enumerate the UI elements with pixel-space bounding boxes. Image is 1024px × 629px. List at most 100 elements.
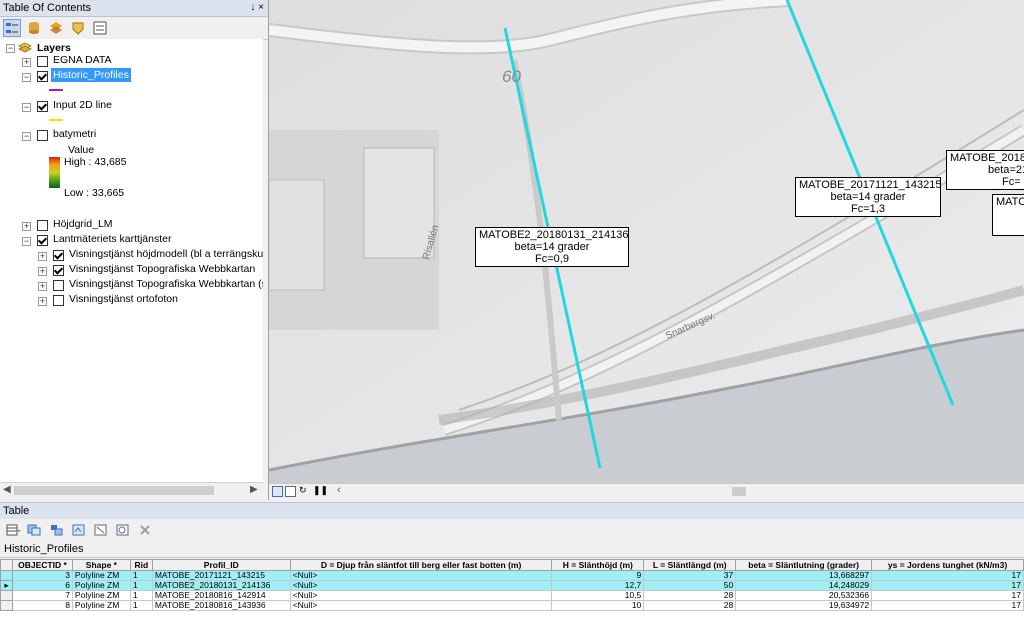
cell-objectid[interactable]: 3: [11, 570, 73, 581]
cell-ys[interactable]: 17: [871, 580, 1024, 591]
cell-profil-id[interactable]: MATOBE2_20180131_214136: [151, 580, 291, 591]
data-view-icon[interactable]: [272, 486, 283, 497]
layer-batymetri[interactable]: batymetri: [53, 127, 96, 141]
expand-sublayer-topografiska-ski-icon[interactable]: +: [38, 282, 47, 291]
layer-hojdgrid[interactable]: Höjdgrid_LM: [53, 217, 113, 231]
column-header[interactable]: L = Släntlängd (m): [643, 559, 737, 571]
cell-shape[interactable]: Polyline ZM: [71, 600, 131, 611]
list-by-source-icon[interactable]: [25, 19, 43, 37]
sublayer-topografiska-ski[interactable]: Visningstjänst Topografiska Webbkartan (…: [69, 277, 263, 291]
row-header[interactable]: [0, 590, 13, 601]
cell-profil-id[interactable]: MATOBE_20171121_143215: [151, 570, 291, 581]
clear-selection-icon[interactable]: [92, 521, 110, 539]
collapse-historic-profiles-icon[interactable]: −: [22, 73, 31, 82]
cell-rid[interactable]: 1: [129, 580, 153, 591]
expand-hojdgrid-icon[interactable]: +: [22, 222, 31, 231]
expand-sublayer-hojdmodell-icon[interactable]: +: [38, 252, 47, 261]
expand-egna-data-icon[interactable]: +: [22, 58, 31, 67]
cell-rid[interactable]: 1: [129, 600, 153, 611]
cell-d[interactable]: <Null>: [289, 580, 553, 591]
column-header[interactable]: Rid: [129, 559, 153, 571]
sublayer-topografiska-ski-checkbox[interactable]: [53, 280, 64, 291]
layer-egna-data[interactable]: EGNA DATA: [53, 53, 112, 67]
cell-l[interactable]: 50: [643, 580, 737, 591]
pause-drawing-icon[interactable]: ❚❚: [313, 485, 328, 496]
layer-historic-profiles[interactable]: Historic_Profiles: [51, 68, 131, 82]
list-by-selection-icon[interactable]: [69, 19, 87, 37]
collapse-lantmateriet-icon[interactable]: −: [22, 237, 31, 246]
cell-shape[interactable]: Polyline ZM: [71, 570, 131, 581]
cell-ys[interactable]: 17: [871, 600, 1024, 611]
sublayer-ortofoton-checkbox[interactable]: [53, 295, 64, 306]
cell-ys[interactable]: 17: [871, 590, 1024, 601]
list-by-visibility-icon[interactable]: [47, 19, 65, 37]
table-row[interactable]: 7 Polyline ZM 1 MATOBE_20180816_142914 <…: [0, 590, 1024, 601]
expand-sublayer-topografiska-icon[interactable]: +: [38, 267, 47, 276]
toc-horizontal-scrollbar[interactable]: ◀ ▶: [0, 482, 263, 499]
cell-rid[interactable]: 1: [129, 590, 153, 601]
collapse-batymetri-icon[interactable]: −: [22, 132, 31, 141]
current-row-marker-icon[interactable]: ▸: [0, 580, 13, 591]
cell-shape[interactable]: Polyline ZM: [71, 580, 131, 591]
layout-view-icon[interactable]: [285, 486, 296, 497]
cell-objectid[interactable]: 6: [11, 580, 73, 591]
layer-lantmateriet[interactable]: Lantmäteriets karttjänster: [53, 232, 171, 246]
cell-d[interactable]: <Null>: [289, 590, 553, 601]
refresh-icon[interactable]: ↻: [299, 485, 307, 496]
select-by-attributes-icon[interactable]: [48, 521, 66, 539]
layer-input-2d-line[interactable]: Input 2D line: [53, 98, 112, 112]
cell-objectid[interactable]: 8: [11, 600, 73, 611]
scroll-left-icon[interactable]: ◀: [3, 484, 11, 495]
scroll-right-icon[interactable]: ▶: [250, 484, 258, 495]
cell-h[interactable]: 10: [551, 600, 645, 611]
cell-beta[interactable]: 13,668297: [735, 570, 873, 581]
related-tables-icon[interactable]: [26, 521, 44, 539]
sublayer-topografiska[interactable]: Visningstjänst Topografiska Webbkartan: [69, 262, 255, 276]
collapse-input-2d-line-icon[interactable]: −: [22, 103, 31, 112]
input-2d-line-checkbox[interactable]: [37, 101, 48, 112]
list-by-drawing-order-icon[interactable]: [3, 19, 21, 37]
zoom-to-selected-icon[interactable]: [114, 521, 132, 539]
toc-window-controls[interactable]: ↓ ×: [250, 0, 264, 16]
expand-sublayer-ortofoton-icon[interactable]: +: [38, 297, 47, 306]
cell-h[interactable]: 12,7: [551, 580, 645, 591]
cell-h[interactable]: 10,5: [551, 590, 645, 601]
cell-d[interactable]: <Null>: [289, 570, 553, 581]
map-scroll-left-icon[interactable]: ‹: [337, 484, 341, 496]
collapse-layers-icon[interactable]: −: [6, 44, 15, 53]
sublayer-ortofoton[interactable]: Visningstjänst ortofoton: [69, 292, 178, 306]
row-header[interactable]: [0, 600, 13, 611]
map-view[interactable]: 60 Risallén Snarbergsv. MATOBE2_20180131…: [269, 0, 1024, 483]
egna-data-checkbox[interactable]: [37, 56, 48, 67]
cell-rid[interactable]: 1: [129, 570, 153, 581]
hojdgrid-checkbox[interactable]: [37, 220, 48, 231]
cell-objectid[interactable]: 7: [11, 590, 73, 601]
toc-scroll-thumb[interactable]: [14, 486, 214, 495]
cell-ys[interactable]: 17: [871, 570, 1024, 581]
column-header[interactable]: D = Djup från släntfot till berg eller f…: [289, 559, 553, 571]
sublayer-hojdmodell[interactable]: Visningstjänst höjdmodell (bl a terrängs…: [69, 247, 263, 261]
column-header[interactable]: Profil_ID: [151, 559, 291, 571]
table-row[interactable]: 3 Polyline ZM 1 MATOBE_20171121_143215 <…: [0, 570, 1024, 581]
column-header[interactable]: beta = Släntlutning (grader): [735, 559, 873, 571]
profile-label-matobe-2018-partial[interactable]: MATOBE_2018 beta=21 Fc=: [946, 150, 1024, 190]
cell-l[interactable]: 37: [643, 570, 737, 581]
cell-l[interactable]: 28: [643, 600, 737, 611]
cell-shape[interactable]: Polyline ZM: [71, 590, 131, 601]
cell-profil-id[interactable]: MATOBE_20180816_142914: [151, 590, 291, 601]
options-icon[interactable]: [91, 19, 109, 37]
table-tab-historic-profiles[interactable]: Historic_Profiles: [0, 542, 1024, 558]
column-header[interactable]: OBJECTID *: [11, 559, 73, 571]
profile-label-matobe-20171121[interactable]: MATOBE_20171121_143215 beta=14 grader Fc…: [795, 177, 942, 217]
table-row[interactable]: 8 Polyline ZM 1 MATOBE_20180816_143936 <…: [0, 600, 1024, 611]
table-options-icon[interactable]: [4, 521, 22, 539]
row-header[interactable]: [0, 570, 13, 581]
cell-l[interactable]: 28: [643, 590, 737, 601]
column-header[interactable]: Shape *: [71, 559, 131, 571]
delete-selected-icon[interactable]: [136, 521, 154, 539]
cell-profil-id[interactable]: MATOBE_20180816_143936: [151, 600, 291, 611]
map-scroll-thumb[interactable]: [732, 487, 746, 496]
sublayer-topografiska-checkbox[interactable]: [53, 265, 64, 276]
column-header[interactable]: H = Slänthöjd (m): [551, 559, 645, 571]
sublayer-hojdmodell-checkbox[interactable]: [53, 250, 64, 261]
